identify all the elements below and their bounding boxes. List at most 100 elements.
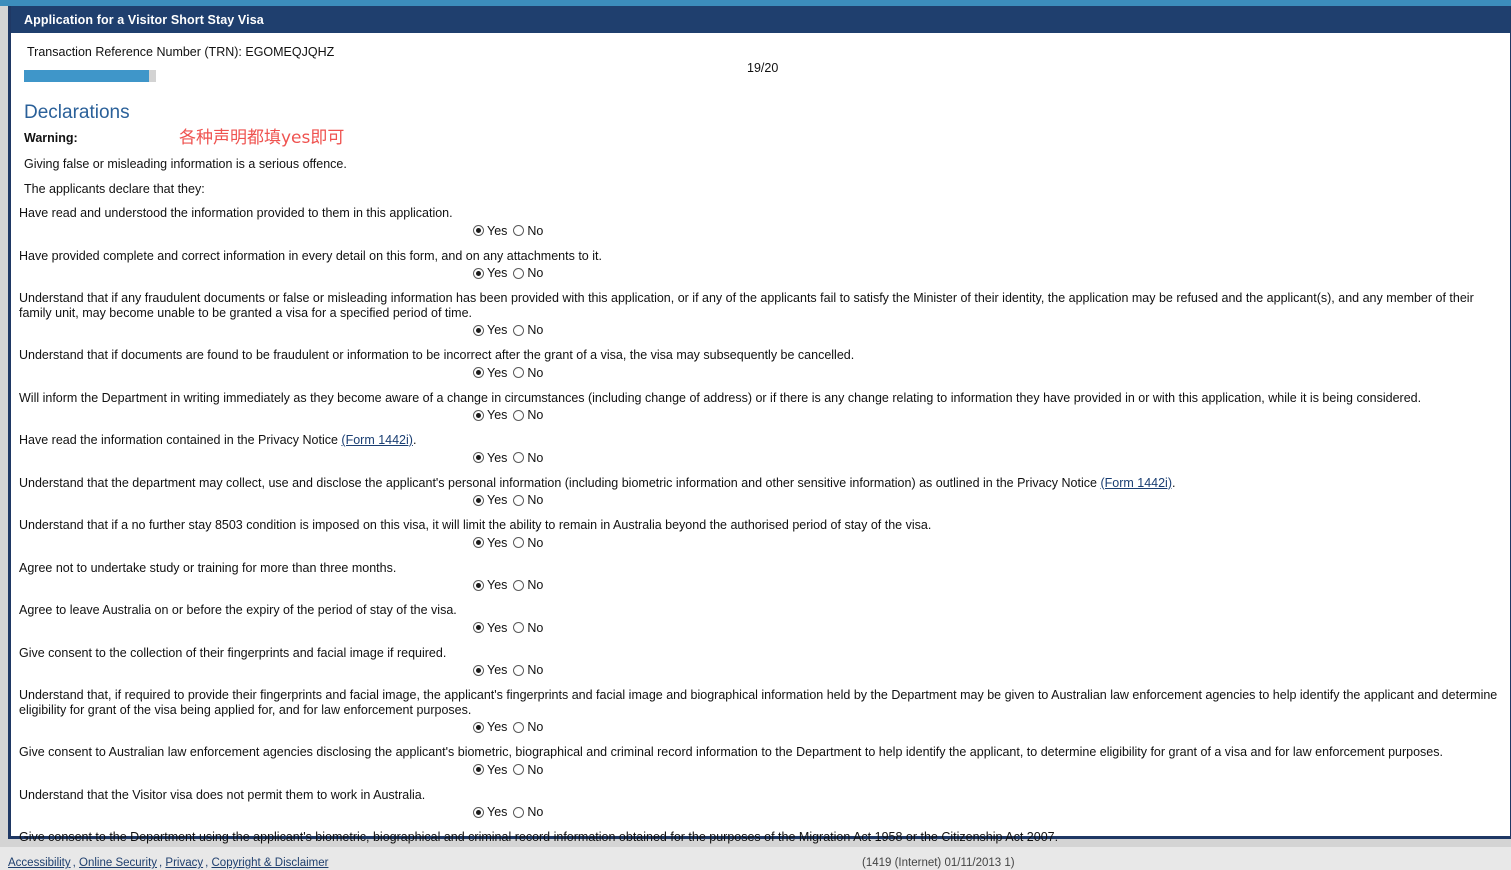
radio-option-no[interactable]: No <box>513 663 543 677</box>
radio-option-no[interactable]: No <box>513 536 543 550</box>
radio-option-no[interactable]: No <box>513 266 543 280</box>
declaration-radio-group: Yes No <box>473 407 1510 423</box>
radio-label-yes: Yes <box>487 720 508 734</box>
radio-option-yes[interactable]: Yes <box>473 536 507 550</box>
radio-option-yes[interactable]: Yes <box>473 805 507 819</box>
radio-option-no[interactable]: No <box>513 366 543 380</box>
radio-button-no[interactable] <box>513 409 525 421</box>
radio-option-no[interactable]: No <box>513 720 543 734</box>
radio-option-yes[interactable]: Yes <box>473 323 507 337</box>
declaration-radio-group: Yes No <box>473 762 1510 778</box>
footer-link[interactable]: Accessibility <box>8 857 71 869</box>
declaration-radio-group: Yes No <box>473 577 1510 593</box>
radio-option-no[interactable]: No <box>513 224 543 238</box>
radio-button-no[interactable] <box>513 324 525 336</box>
page-root: Application for a Visitor Short Stay Vis… <box>0 0 1511 870</box>
radio-button-yes[interactable] <box>473 622 484 633</box>
radio-button-no[interactable] <box>513 579 525 591</box>
radio-option-no[interactable]: No <box>513 578 543 592</box>
declaration-radio-group: Yes No <box>473 535 1510 551</box>
window-titlebar: Application for a Visitor Short Stay Vis… <box>11 6 1510 33</box>
radio-option-yes[interactable]: Yes <box>473 621 507 635</box>
radio-label-no: No <box>527 365 544 380</box>
radio-label-no: No <box>527 663 544 677</box>
radio-label-no: No <box>527 493 544 507</box>
radio-option-yes[interactable]: Yes <box>473 408 507 422</box>
footer-links: Accessibility, Online Security, Privacy,… <box>8 857 330 869</box>
radio-button-yes[interactable] <box>473 324 484 336</box>
radio-option-no[interactable]: No <box>513 621 543 635</box>
declaration-text: Give consent to Australian law enforceme… <box>19 745 1443 759</box>
footer-link[interactable]: Online Security <box>79 857 157 869</box>
radio-label-no: No <box>527 535 544 550</box>
radio-label-yes: Yes <box>487 620 508 635</box>
declaration-item: Have read the information contained in t… <box>11 423 1510 466</box>
radio-label-no: No <box>527 762 544 777</box>
radio-button-no[interactable] <box>513 452 525 463</box>
declaration-text: Have provided complete and correct infor… <box>19 248 602 263</box>
declaration-text: Give consent to the Department using the… <box>19 830 1059 844</box>
privacy-notice-link[interactable]: (Form 1442i) <box>1100 476 1172 490</box>
declaration-item: Have provided complete and correct infor… <box>11 239 1510 282</box>
declarations-list: Have read and understood the information… <box>11 196 1510 863</box>
footer-link[interactable]: Copyright & Disclaimer <box>212 857 329 869</box>
declaration-radio-group: Yes No <box>473 265 1510 281</box>
radio-button-yes[interactable] <box>473 537 484 548</box>
declaration-radio-group: Yes No <box>473 322 1510 338</box>
trn-label: Transaction Reference Number (TRN): EGOM… <box>27 45 335 59</box>
declaration-text: Have read and understood the information… <box>19 206 453 220</box>
privacy-notice-link[interactable]: (Form 1442i) <box>341 433 413 447</box>
radio-option-yes[interactable]: Yes <box>473 366 507 380</box>
declaration-text: Agree to leave Australia on or before th… <box>19 603 457 617</box>
radio-option-no[interactable]: No <box>513 323 543 337</box>
radio-button-yes[interactable] <box>473 721 484 733</box>
radio-button-yes[interactable] <box>473 806 484 818</box>
radio-option-no[interactable]: No <box>513 763 543 777</box>
radio-option-yes[interactable]: Yes <box>473 451 507 465</box>
radio-button-no[interactable] <box>513 622 525 633</box>
radio-button-no[interactable] <box>513 225 525 236</box>
radio-button-no[interactable] <box>513 806 525 818</box>
radio-option-no[interactable]: No <box>513 408 543 422</box>
progress-track <box>24 70 156 82</box>
declaration-item: Understand that if a no further stay 850… <box>11 508 1510 551</box>
radio-option-yes[interactable]: Yes <box>473 663 507 677</box>
radio-button-yes[interactable] <box>473 409 484 421</box>
radio-button-no[interactable] <box>513 664 525 676</box>
radio-button-no[interactable] <box>513 764 525 775</box>
radio-label-no: No <box>527 408 544 422</box>
radio-button-no[interactable] <box>513 494 525 506</box>
declaration-item: Understand that, if required to provide … <box>11 678 1510 735</box>
radio-label-yes: Yes <box>487 663 508 677</box>
radio-button-yes[interactable] <box>473 225 484 236</box>
radio-button-yes[interactable] <box>473 367 484 378</box>
radio-button-yes[interactable] <box>473 267 484 279</box>
declaration-text: Agree not to undertake study or training… <box>19 560 397 575</box>
radio-option-yes[interactable]: Yes <box>473 578 507 592</box>
radio-button-no[interactable] <box>513 537 525 548</box>
radio-option-yes[interactable]: Yes <box>473 266 507 280</box>
declaration-text: Will inform the Department in writing im… <box>19 390 1422 405</box>
footer-link[interactable]: Privacy <box>165 857 203 869</box>
radio-button-yes[interactable] <box>473 579 484 591</box>
radio-button-yes[interactable] <box>473 494 484 506</box>
radio-button-yes[interactable] <box>473 764 484 775</box>
radio-option-no[interactable]: No <box>513 805 543 819</box>
radio-option-yes[interactable]: Yes <box>473 493 507 507</box>
radio-button-yes[interactable] <box>473 664 484 676</box>
radio-label-yes: Yes <box>487 408 508 422</box>
radio-label-no: No <box>527 578 544 592</box>
radio-option-yes[interactable]: Yes <box>473 224 507 238</box>
radio-option-yes[interactable]: Yes <box>473 720 507 734</box>
radio-button-no[interactable] <box>513 367 525 378</box>
radio-label-yes: Yes <box>487 535 508 550</box>
radio-option-no[interactable]: No <box>513 493 543 507</box>
radio-button-no[interactable] <box>513 267 525 279</box>
declaration-radio-group: Yes No <box>473 620 1510 636</box>
radio-option-yes[interactable]: Yes <box>473 763 507 777</box>
radio-option-no[interactable]: No <box>513 451 543 465</box>
radio-button-no[interactable] <box>513 721 525 733</box>
warning-label: Warning: <box>24 131 78 145</box>
radio-button-yes[interactable] <box>473 452 484 463</box>
radio-label-no: No <box>527 805 544 819</box>
